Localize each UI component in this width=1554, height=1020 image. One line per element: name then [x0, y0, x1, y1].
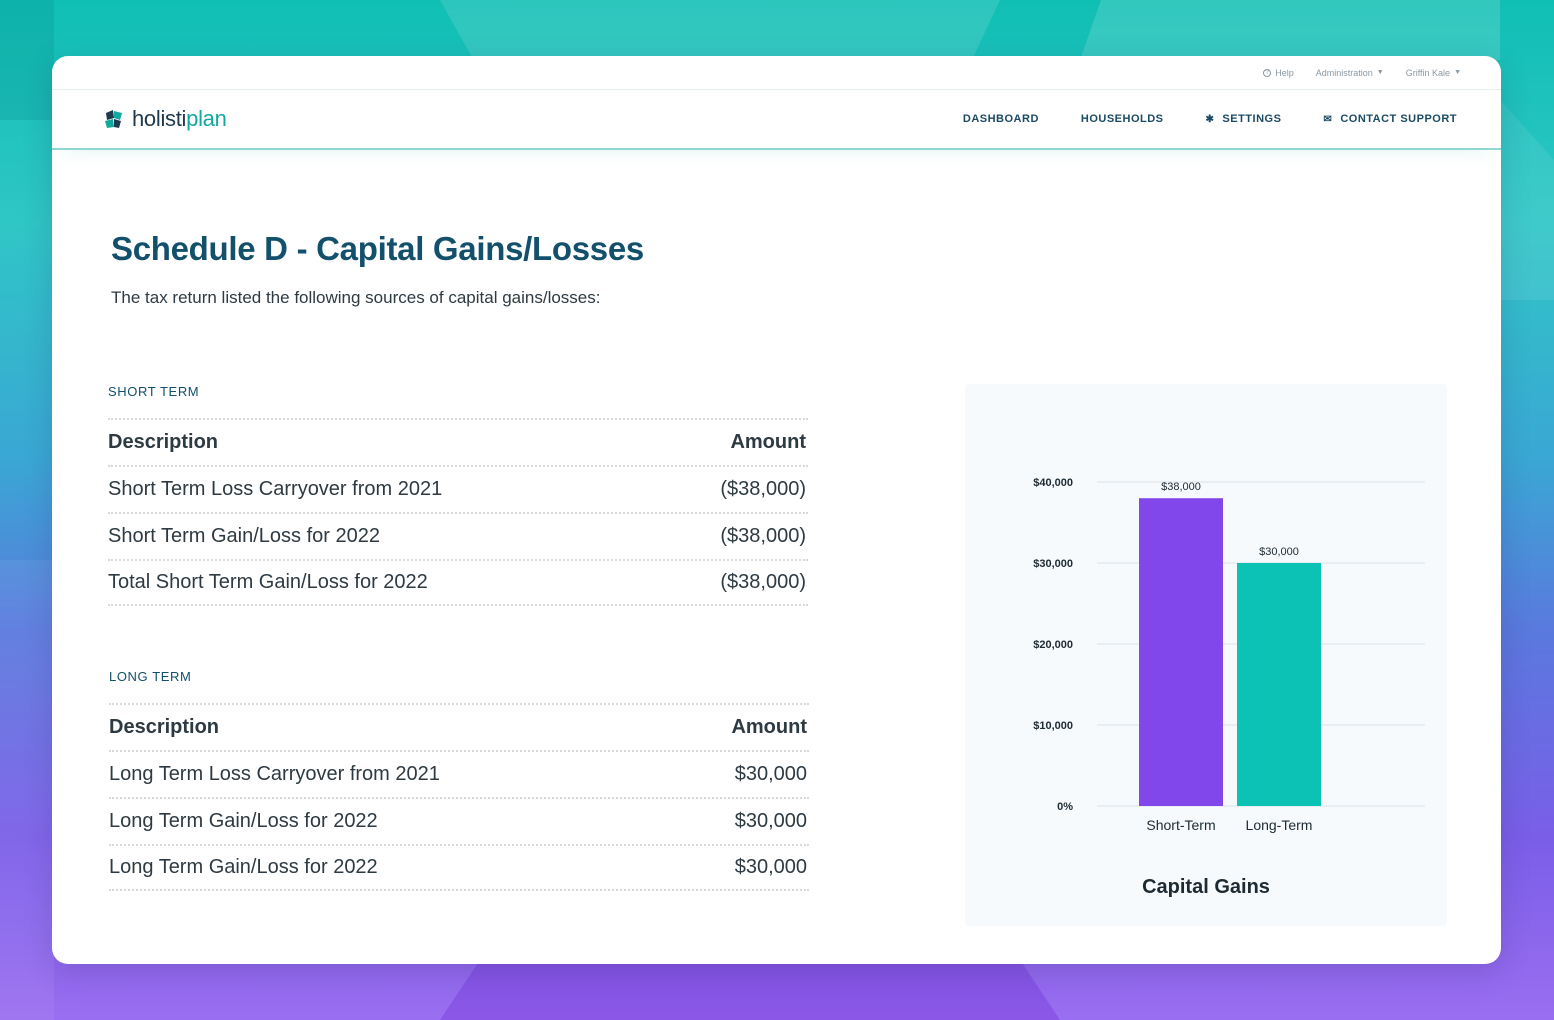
administration-label: Administration: [1315, 67, 1373, 78]
y-tick-label: $40,000: [1033, 477, 1073, 489]
capital-gains-chart-card: 0% $10,000 $20,000 $30,000 $40,000 $38,000 Sho…: [965, 384, 1447, 926]
row-description: Total Short Term Gain/Loss for 2022: [108, 571, 428, 593]
capital-gains-chart: 0% $10,000 $20,000 $30,000 $40,000 $38,000 Sho…: [1033, 477, 1425, 833]
row-amount: ($38,000): [720, 525, 806, 547]
row-amount: $30,000: [734, 810, 807, 832]
logo-text-accent: plan: [186, 106, 227, 131]
table-header-row: Description Amount: [109, 703, 809, 750]
help-label: Help: [1275, 67, 1294, 78]
caret-down-icon: ▼: [1454, 69, 1461, 76]
bar-long-term: [1237, 563, 1321, 806]
nav-dashboard[interactable]: DASHBOARD: [963, 113, 1039, 125]
x-tick-label: Short-Term: [1146, 817, 1215, 833]
row-amount: ($38,000): [720, 478, 806, 500]
table-row: Short Term Gain/Loss for 2022 ($38,000): [108, 512, 808, 559]
long-term-table: Description Amount Long Term Loss Carryo…: [109, 703, 809, 891]
user-name: Griffin Kale: [1405, 67, 1451, 78]
nav-settings-label: SETTINGS: [1222, 113, 1282, 125]
nav-contact-support[interactable]: ✉ CONTACT SUPPORT: [1323, 113, 1457, 125]
primary-nav: DASHBOARD HOUSEHOLDS ✱ SETTINGS ✉ CONTAC…: [963, 113, 1457, 125]
nav-contact-support-label: CONTACT SUPPORT: [1340, 113, 1457, 125]
administration-menu[interactable]: Administration ▼: [1316, 68, 1384, 78]
data-label: $38,000: [1161, 481, 1201, 493]
amount-header: Amount: [731, 716, 807, 738]
y-tick-label: 0%: [1057, 801, 1073, 813]
page-subtitle: The tax return listed the following sour…: [111, 288, 601, 307]
table-header-row: Description Amount: [108, 418, 808, 465]
row-amount: ($38,000): [720, 571, 806, 593]
description-header: Description: [109, 716, 220, 738]
long-term-section-label: LONG TERM: [109, 669, 192, 684]
help-link[interactable]: ? Help: [1263, 68, 1294, 78]
bar-short-term: [1139, 498, 1223, 806]
main-content: Schedule D - Capital Gains/Losses The ta…: [52, 152, 1501, 964]
nav-households-label: HOUSEHOLDS: [1080, 113, 1164, 125]
utility-bar: ? Help Administration ▼ Griffin Kale ▼: [52, 56, 1501, 90]
app-window: ? Help Administration ▼ Griffin Kale ▼ h…: [52, 56, 1501, 964]
short-term-table: Description Amount Short Term Loss Carry…: [108, 418, 808, 606]
table-row: Long Term Gain/Loss for 2022 $30,000: [109, 797, 809, 844]
table-row: Total Short Term Gain/Loss for 2022 ($38…: [108, 559, 808, 606]
row-description: Short Term Gain/Loss for 2022: [108, 525, 380, 547]
table-row: Short Term Loss Carryover from 2021 ($38…: [108, 465, 808, 512]
gear-icon: ✱: [1205, 113, 1215, 125]
x-tick-label: Long-Term: [1246, 817, 1313, 833]
caret-down-icon: ▼: [1376, 69, 1384, 76]
row-amount: $30,000: [734, 856, 807, 878]
nav-settings[interactable]: ✱ SETTINGS: [1206, 113, 1282, 125]
help-icon: ?: [1263, 68, 1272, 77]
row-description: Long Term Gain/Loss for 2022: [109, 810, 378, 832]
chart-title: Capital Gains: [1142, 876, 1270, 898]
row-description: Short Term Loss Carryover from 2021: [108, 478, 443, 500]
y-tick-label: $30,000: [1033, 558, 1073, 570]
table-row: Long Term Gain/Loss for 2022 $30,000: [109, 844, 809, 891]
row-description: Long Term Gain/Loss for 2022: [109, 856, 378, 878]
logo-text: holistiplan: [132, 106, 227, 132]
nav-dashboard-label: DASHBOARD: [962, 113, 1039, 125]
row-description: Long Term Loss Carryover from 2021: [109, 763, 440, 785]
holistiplan-logo[interactable]: holistiplan: [102, 106, 227, 132]
y-tick-label: $20,000: [1033, 639, 1073, 651]
y-tick-label: $10,000: [1033, 720, 1073, 732]
data-label: $30,000: [1259, 546, 1299, 558]
user-menu[interactable]: Griffin Kale ▼: [1406, 68, 1461, 78]
logo-text-main: holisti: [132, 106, 187, 131]
row-amount: $30,000: [734, 763, 807, 785]
envelope-icon: ✉: [1323, 113, 1333, 125]
logo-mark-icon: [105, 110, 122, 128]
short-term-section-label: SHORT TERM: [108, 384, 200, 399]
main-nav-bar: holistiplan DASHBOARD HOUSEHOLDS ✱ SETTI…: [52, 90, 1501, 150]
nav-households[interactable]: HOUSEHOLDS: [1081, 113, 1164, 125]
description-header: Description: [108, 431, 219, 453]
table-row: Long Term Loss Carryover from 2021 $30,0…: [109, 750, 809, 797]
amount-header: Amount: [730, 431, 806, 453]
page-title: Schedule D - Capital Gains/Losses: [111, 230, 644, 267]
